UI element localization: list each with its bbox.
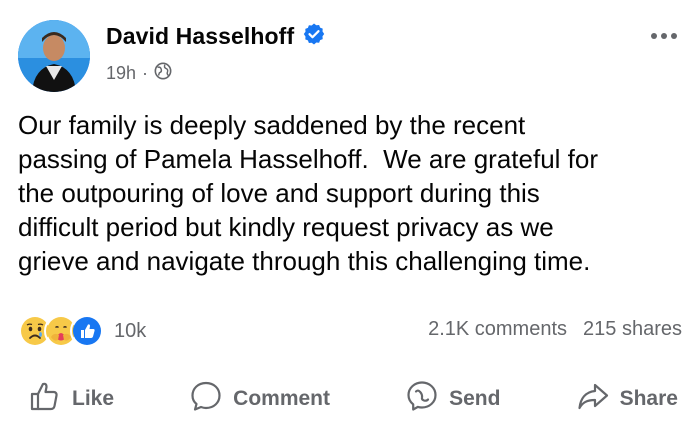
- share-label: Share: [619, 387, 678, 410]
- comment-bubble-icon: [189, 379, 223, 419]
- like-reaction-icon: [70, 314, 104, 348]
- post-time[interactable]: 19h: [106, 63, 136, 84]
- send-button[interactable]: Send: [405, 372, 500, 426]
- action-bar: Like Comment Send Share: [0, 372, 700, 426]
- meta-separator: ·: [142, 63, 149, 83]
- avatar[interactable]: [18, 20, 90, 92]
- author-row: David Hasselhoff: [106, 22, 326, 51]
- comments-count[interactable]: 2.1K comments: [428, 318, 567, 341]
- share-arrow-icon: [576, 379, 610, 419]
- verified-badge-icon: [302, 22, 326, 51]
- more-dot: [671, 33, 677, 39]
- more-dot: [661, 33, 667, 39]
- post-stats: 10k 2.1K comments 215 shares: [18, 312, 682, 352]
- more-dot: [651, 33, 657, 39]
- thumbs-up-icon: [28, 379, 62, 419]
- reactions-count: 10k: [114, 319, 147, 342]
- reactions-summary[interactable]: 10k: [18, 314, 146, 348]
- post-header: David Hasselhoff 19h ·: [18, 18, 686, 92]
- author-name[interactable]: David Hasselhoff: [106, 23, 294, 50]
- comment-button[interactable]: Comment: [189, 372, 330, 426]
- comment-label: Comment: [233, 387, 330, 410]
- like-label: Like: [72, 387, 115, 410]
- globe-icon[interactable]: [154, 62, 172, 85]
- more-options-icon[interactable]: [644, 24, 684, 48]
- send-label: Send: [449, 387, 501, 410]
- messenger-icon: [405, 379, 439, 419]
- post-meta: 19h ·: [106, 62, 172, 85]
- post-text: Our family is deeply saddened by the rec…: [18, 110, 599, 276]
- share-button[interactable]: Share: [576, 372, 678, 426]
- engagement-counts: 2.1K comments 215 shares: [428, 318, 682, 341]
- shares-count[interactable]: 215 shares: [583, 318, 682, 341]
- like-button[interactable]: Like: [28, 372, 114, 426]
